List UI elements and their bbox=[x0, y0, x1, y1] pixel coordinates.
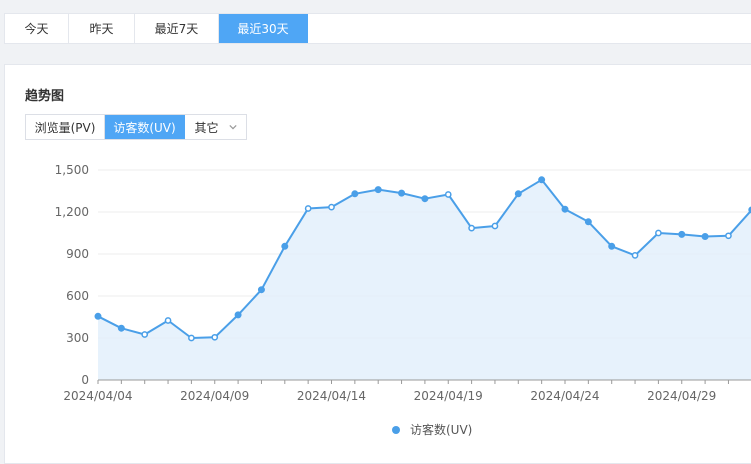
data-point[interactable] bbox=[584, 218, 592, 226]
data-point[interactable] bbox=[444, 191, 452, 198]
data-point[interactable] bbox=[141, 331, 149, 338]
data-point[interactable] bbox=[701, 233, 709, 240]
x-tick-label: 2024/04/24 bbox=[530, 389, 599, 403]
trend-chart: 03006009001,2001,500 2024/04/04 2024/04/0… bbox=[55, 163, 751, 437]
data-point[interactable] bbox=[257, 286, 265, 294]
x-tick-label: 2024/04/14 bbox=[297, 389, 366, 403]
y-tick-label: 0 bbox=[81, 373, 89, 387]
x-tick-label: 2024/04/19 bbox=[414, 389, 483, 403]
data-point[interactable] bbox=[421, 195, 429, 203]
legend-marker bbox=[392, 426, 400, 434]
x-axis-ticks bbox=[97, 380, 729, 384]
y-tick-label: 1,200 bbox=[55, 205, 89, 219]
data-point[interactable] bbox=[725, 232, 732, 240]
data-point[interactable] bbox=[561, 205, 569, 213]
data-point[interactable] bbox=[655, 229, 662, 237]
legend[interactable]: 访客数(UV) bbox=[392, 422, 472, 437]
data-point[interactable] bbox=[164, 317, 172, 324]
data-point[interactable] bbox=[468, 224, 475, 232]
legend-label: 访客数(UV) bbox=[410, 422, 472, 437]
data-point[interactable] bbox=[304, 205, 312, 212]
data-point[interactable] bbox=[631, 252, 639, 259]
y-axis-labels: 0 300 600 900 1,200 1,500 bbox=[55, 163, 89, 387]
data-point[interactable] bbox=[211, 333, 219, 341]
data-point[interactable] bbox=[188, 334, 195, 342]
data-point[interactable] bbox=[351, 190, 359, 198]
data-point[interactable] bbox=[491, 222, 499, 230]
data-point[interactable] bbox=[234, 311, 242, 319]
data-point[interactable] bbox=[608, 242, 616, 250]
data-point[interactable] bbox=[281, 242, 289, 250]
y-tick-label: 1,500 bbox=[55, 163, 89, 177]
data-point[interactable] bbox=[678, 230, 686, 238]
x-tick-label: 2024/04/29 bbox=[647, 389, 716, 403]
x-axis-labels: 2024/04/04 2024/04/09 2024/04/14 2024/04/19… bbox=[63, 389, 716, 403]
data-point[interactable] bbox=[538, 176, 546, 184]
data-point[interactable] bbox=[398, 189, 406, 197]
y-tick-label: 900 bbox=[66, 247, 89, 261]
y-tick-label: 300 bbox=[66, 331, 89, 345]
x-tick-label: 2024/04/04 bbox=[63, 389, 132, 403]
data-point[interactable] bbox=[117, 324, 125, 332]
y-tick-label: 600 bbox=[66, 289, 89, 303]
data-point[interactable] bbox=[374, 186, 382, 194]
data-point[interactable] bbox=[94, 312, 102, 320]
series-area bbox=[98, 179, 751, 380]
data-point[interactable] bbox=[328, 203, 335, 211]
data-point[interactable] bbox=[514, 190, 522, 198]
x-tick-label: 2024/04/09 bbox=[180, 389, 249, 403]
